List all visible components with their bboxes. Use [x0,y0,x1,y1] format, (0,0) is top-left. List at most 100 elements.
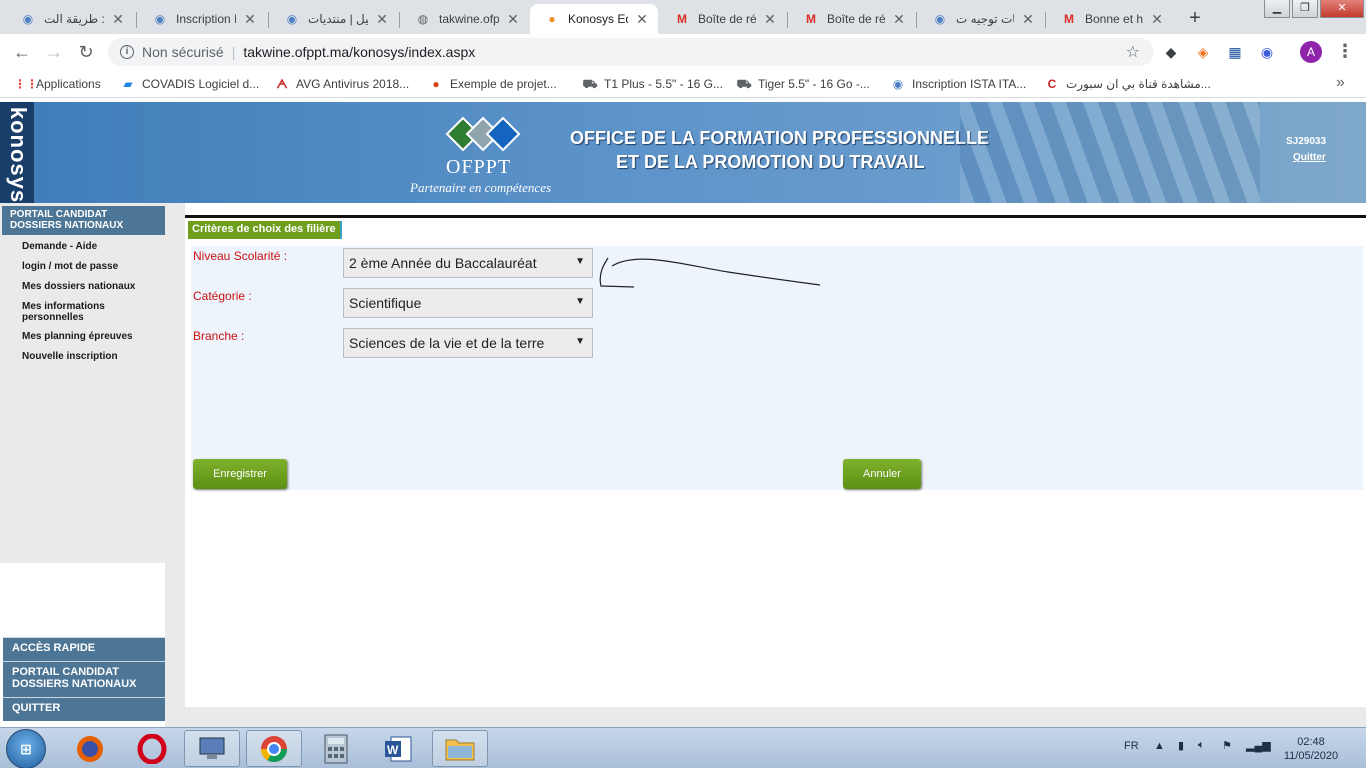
tab-close-icon[interactable]: ✕ [1149,11,1165,28]
ofppt-wordmark: OFPPT [446,156,512,178]
volume-icon[interactable]: 🔈︎ [1198,739,1205,768]
tab-close-icon[interactable]: ✕ [891,11,907,28]
tab-5-active[interactable]: ● Konosys Edu ✕ [530,4,658,34]
shield-extension-icon[interactable]: ◉ [1258,43,1276,61]
site-header: konosys OFPPT Partenaire en compétences … [0,102,1366,203]
globe-eye-icon: ◉ [892,77,904,91]
windows-taskbar: ⊞ W FR ▲ ▮ 🔈︎ ⚑ ▂▄▆ 02:48 11/05/2020 [0,727,1366,768]
tab-close-icon[interactable]: ✕ [110,11,126,28]
window-controls: ▁ ❐ ✕ [1262,0,1364,20]
address-bar[interactable]: i Non sécurisé | takwine.ofppt.ma/konosy… [108,38,1154,66]
tab-2[interactable]: ◉ Inscription IS ✕ [138,4,266,34]
window-close-button[interactable]: ✕ [1320,0,1364,18]
network-signal-icon[interactable]: ▂▄▆ [1246,739,1271,768]
branche-select[interactable]: Sciences de la vie et de la terre ▼ [343,328,593,358]
cart-icon: ⛟ [736,77,752,91]
bookmark-star-icon[interactable]: ☆ [1126,42,1140,62]
tab-close-icon[interactable]: ✕ [762,11,778,28]
battery-icon[interactable]: ▮ [1178,739,1184,768]
niveau-select[interactable]: 2 ème Année du Baccalauréat ▼ [343,248,593,278]
word-icon[interactable]: W [370,730,426,767]
sidebar-link-login[interactable]: login / mot de passe [22,261,152,272]
language-indicator[interactable]: FR [1124,740,1139,768]
tab-close-icon[interactable]: ✕ [242,11,258,28]
bookmark-exemple[interactable]: ● Exemple de projet... [428,76,556,92]
back-arrow-icon[interactable]: ← [10,40,34,64]
tab-close-icon[interactable]: ✕ [1020,11,1036,28]
portal-candidate-button[interactable]: PORTAIL CANDIDAT DOSSIERS NATIONAUX [3,661,165,697]
sidebar-link-planning[interactable]: Mes planning épreuves [22,331,152,342]
clock-time: 02:48 [1297,736,1325,748]
tab-9[interactable]: M Bonne et he ✕ [1047,4,1173,34]
sidebar-link-dossiers[interactable]: Mes dossiers nationaux [22,281,152,292]
tab-7[interactable]: M Boîte de réc ✕ [789,4,915,34]
file-explorer-icon[interactable] [432,730,488,767]
tab-8[interactable]: ◉ منتديات توجيه ت ✕ [918,4,1044,34]
save-button[interactable]: Enregistrer [193,459,287,489]
opera-icon[interactable] [124,730,180,767]
covadis-icon: ▰ [123,77,133,91]
dropdown-arrow-icon: ▼ [575,256,585,267]
bookmarks-bar: ⋮⋮ Applications ▰ COVADIS Logiciel d... … [0,70,1366,98]
dropdown-arrow-icon: ▼ [575,296,585,307]
c-logo-icon: C [1047,77,1057,91]
dropdown-arrow-icon: ▼ [575,336,585,347]
sidebar-lower: ACCÈS RAPIDE PORTAIL CANDIDAT DOSSIERS N… [0,563,165,727]
sidebar: PORTAIL CANDIDAT DOSSIERS NATIONAUX Dema… [0,203,165,563]
tab-6[interactable]: M Boîte de réc ✕ [660,4,786,34]
categorie-select[interactable]: Scientifique ▼ [343,288,593,318]
globe-eye-icon: ◉ [934,12,946,26]
tab-3[interactable]: ◉ تسجيل | منتديات ✕ [270,4,398,34]
sidebar-link-nouvelle-inscription[interactable]: Nouvelle inscription [22,351,152,362]
tab-close-icon[interactable]: ✕ [505,11,521,28]
bookmark-inscription-ista[interactable]: ◉ Inscription ISTA ITA... [890,76,1027,92]
minimize-button[interactable]: ▁ [1264,0,1290,18]
sidebar-link-informations[interactable]: Mes informations personnelles [22,301,152,323]
action-center-flag-icon[interactable]: ⚑ [1222,739,1232,768]
bookmark-covadis[interactable]: ▰ COVADIS Logiciel d... [120,76,259,92]
windows-start-icon[interactable]: ⊞ [6,729,46,768]
cancel-button[interactable]: Annuler [843,459,921,489]
browser-toolbar: ← → ↻ i Non sécurisé | takwine.ofppt.ma/… [0,34,1366,70]
tab-close-icon[interactable]: ✕ [374,11,390,28]
bookmarks-overflow-icon[interactable]: » [1336,74,1345,92]
tab-4[interactable]: ◍ takwine.ofppt ✕ [401,4,529,34]
calculator-icon[interactable] [308,730,364,767]
reload-icon[interactable]: ↻ [74,40,98,64]
bookmark-bein[interactable]: C مشاهدة قناة بي ان سبورت... [1044,76,1211,92]
maximize-button[interactable]: ❐ [1292,0,1318,18]
system-clock[interactable]: 02:48 11/05/2020 [1278,735,1344,763]
quit-button[interactable]: QUITTER [3,697,165,721]
chrome-icon[interactable] [246,730,302,767]
top-rule [185,215,1366,218]
globe-eye-icon: ◉ [286,12,298,26]
gmail-icon: M [1064,12,1074,26]
tray-expand-icon[interactable]: ▲ [1154,740,1165,768]
owl-icon: ● [432,77,440,91]
diamond-extension-icon[interactable]: ◈ [1194,43,1212,61]
bookmark-applications[interactable]: ⋮⋮ Applications [14,76,101,92]
network-computer-icon[interactable] [184,730,240,767]
tab-1[interactable]: ◉ جديد : طريقة الت ✕ [6,4,134,34]
film-extension-icon[interactable]: ▦ [1226,43,1244,61]
pen-scribble-annotation [599,257,821,288]
info-icon[interactable]: i [120,45,134,59]
new-tab-button[interactable]: + [1184,8,1206,30]
firefox-icon[interactable] [62,730,118,767]
quick-access-button[interactable]: ACCÈS RAPIDE [3,637,165,661]
office-title-line2: ET DE LA PROMOTION DU TRAVAIL [616,152,925,172]
bookmark-avg[interactable]: ᗅ AVG Antivirus 2018... [274,76,409,92]
ofppt-logo-icon [445,116,521,152]
globe-icon: ◍ [417,12,429,26]
profile-avatar[interactable]: A [1300,41,1322,63]
bookmark-t1-plus[interactable]: ⛟ T1 Plus - 5.5" - 16 G... [582,76,723,92]
gmail-icon: M [806,12,816,26]
bookmark-tiger[interactable]: ⛟ Tiger 5.5" - 16 Go -... [736,76,869,92]
eraser-extension-icon[interactable]: ◆ [1162,43,1180,61]
forward-arrow-icon[interactable]: → [42,40,66,64]
url-text[interactable]: takwine.ofppt.ma/konosys/index.aspx [243,44,475,60]
tab-close-icon[interactable]: ✕ [634,11,650,28]
sidebar-link-aide[interactable]: Demande - Aide [22,241,152,252]
kebab-menu-icon[interactable]: ⋮ [1336,41,1354,63]
quit-link[interactable]: Quitter [1293,152,1326,163]
